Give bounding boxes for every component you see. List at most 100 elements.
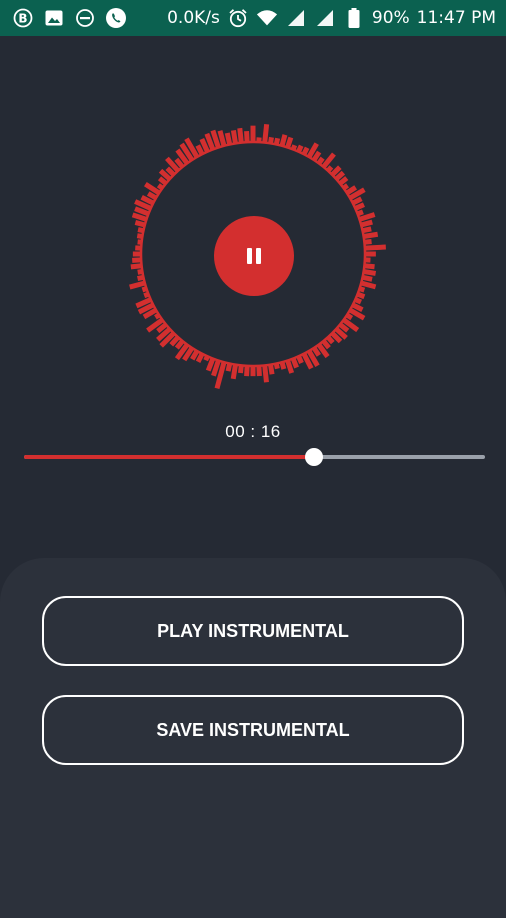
actions-panel: PLAY INSTRUMENTAL SAVE INSTRUMENTAL <box>0 558 506 918</box>
visualizer-bar <box>328 337 333 342</box>
signal-icon <box>314 7 336 29</box>
visualizer-bar <box>240 128 242 142</box>
visualizer-bar <box>288 138 291 148</box>
visualizer-bar <box>265 365 267 382</box>
network-speed: 0.0K/s <box>167 8 220 28</box>
visualizer-bar <box>233 365 235 379</box>
save-instrumental-button[interactable]: SAVE INSTRUMENTAL <box>42 695 464 765</box>
visualizer-bar <box>220 131 224 146</box>
visualizer-bar <box>364 272 376 274</box>
visualizer-bar <box>323 341 328 348</box>
elapsed-time: 00 : 16 <box>0 422 506 442</box>
visualizer-bar <box>355 205 364 209</box>
visualizer-bar <box>158 185 162 188</box>
svg-text:B: B <box>18 12 27 26</box>
visualizer-bar <box>293 359 296 368</box>
visualizer-bar <box>355 300 361 303</box>
visualizer-bar <box>177 341 183 348</box>
visualizer-bar <box>347 315 352 318</box>
visualizer-bar <box>353 305 363 310</box>
visualizer-bar <box>363 277 373 279</box>
status-bar: B 0.0K/s 90% 11:47 PM <box>0 0 506 36</box>
visualizer-bar <box>138 277 144 278</box>
visualizer-bar <box>360 214 375 219</box>
whatsapp-icon <box>105 7 127 29</box>
visualizer-bar <box>282 135 285 146</box>
visualizer-bar <box>171 337 178 345</box>
visualizer-bar <box>323 154 333 167</box>
pause-icon <box>247 248 261 264</box>
visualizer-bar <box>319 158 323 163</box>
visualizer-bar <box>138 272 143 273</box>
visualizer-bar <box>353 199 362 203</box>
visualizer-bar <box>344 185 348 188</box>
do-not-disturb-icon <box>74 7 96 29</box>
visualizer-bar <box>282 362 284 369</box>
visualizer-bar <box>155 315 159 317</box>
status-bar-notifications: B <box>12 7 127 29</box>
visualizer-bar <box>160 178 166 183</box>
bitcoin-icon: B <box>12 7 34 29</box>
visualizer-bar <box>148 193 156 198</box>
visualizer-bar <box>364 234 378 236</box>
visualizer-bar <box>363 229 372 231</box>
visualizer-bar <box>265 124 267 142</box>
status-bar-system: 0.0K/s 90% 11:47 PM <box>167 7 496 29</box>
visualizer-bar <box>340 178 347 183</box>
seek-bar[interactable] <box>24 447 485 467</box>
visualizer-bar <box>133 215 147 220</box>
wifi-icon <box>256 7 278 29</box>
visualizer-bar <box>138 230 143 231</box>
visualizer-bar <box>137 236 142 237</box>
visualizer-bar <box>227 133 229 144</box>
visualizer-bar <box>228 364 230 372</box>
visualizer-bar <box>247 131 248 142</box>
visualizer-bar <box>142 289 146 290</box>
visualizer-bar <box>131 266 142 267</box>
visualizer-bar <box>259 366 260 376</box>
visualizer-bar <box>198 354 202 362</box>
visualizer-bar <box>365 247 386 248</box>
visualizer-bar <box>360 289 365 291</box>
visualizer-bar <box>314 348 319 355</box>
visualizer-bar <box>135 222 144 225</box>
clock: 11:47 PM <box>417 8 496 28</box>
visualizer-bar <box>304 148 307 154</box>
alarm-icon <box>227 7 249 29</box>
visualizer-bar <box>358 212 363 214</box>
pause-button[interactable] <box>214 216 294 296</box>
visualizer-bar <box>336 173 343 179</box>
seek-progress <box>24 455 314 459</box>
visualizer-bar <box>293 145 295 149</box>
visualizer-bar <box>135 209 148 214</box>
image-icon <box>43 7 65 29</box>
visualizer-bar <box>271 137 272 143</box>
visualizer-bar <box>340 324 348 330</box>
visualizer-bar <box>233 130 235 143</box>
visualizer-bar <box>213 361 218 376</box>
visualizer-bar <box>361 283 375 287</box>
visualizer-bar <box>358 294 365 297</box>
visualizer-bar <box>299 356 302 363</box>
visualizer-bar <box>247 366 248 376</box>
visualizer-bar <box>176 159 182 167</box>
visualizer-bar <box>192 351 197 359</box>
visualizer-bar <box>364 266 374 267</box>
battery-icon <box>343 7 365 29</box>
visualizer-bar <box>130 283 145 287</box>
visualizer-bar <box>276 364 277 369</box>
battery-level: 90% <box>372 8 410 28</box>
visualizer-bar <box>271 365 273 375</box>
seek-thumb[interactable] <box>305 448 323 466</box>
visualizer-bar <box>364 242 371 243</box>
visualizer-bar <box>167 168 174 175</box>
visualizer-bar <box>276 138 277 144</box>
visualizer-bar <box>299 146 302 152</box>
visualizer-bar <box>314 152 319 160</box>
visualizer-bar <box>198 145 202 154</box>
visualizer-bar <box>206 356 208 360</box>
visualizer-bar <box>240 365 241 373</box>
play-instrumental-button[interactable]: PLAY INSTRUMENTAL <box>42 596 464 666</box>
visualizer-bar <box>347 187 356 193</box>
visualizer-bar <box>361 222 372 225</box>
